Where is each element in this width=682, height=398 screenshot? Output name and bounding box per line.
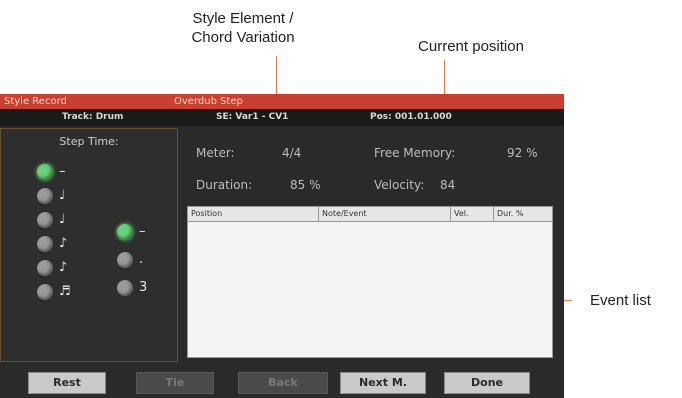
- duration-label: Duration:: [196, 178, 253, 192]
- step-time-panel: Step Time: – ♩ ♩ ♪ ♪ ♬ –. 3: [0, 128, 178, 362]
- note-value-icon: ♬: [59, 284, 71, 299]
- column-duration: Dur. %: [493, 207, 523, 221]
- radio-indicator: [117, 280, 133, 296]
- modifier-icon: 3: [139, 280, 148, 295]
- velocity-value[interactable]: 84: [440, 178, 455, 192]
- velocity-label: Velocity:: [374, 178, 425, 192]
- radio-indicator: [37, 164, 53, 180]
- window-title: Style Record: [4, 96, 67, 107]
- note-value-icon: ♩: [59, 188, 66, 203]
- done-button[interactable]: Done: [444, 372, 530, 394]
- style-record-screen: Style Record Overdub Step Track: Drum SE…: [0, 94, 564, 398]
- step-time-option[interactable]: –: [37, 163, 97, 183]
- callout-style-element-line1: Style Element /: [192, 10, 294, 27]
- step-time-option[interactable]: ♪: [37, 235, 97, 255]
- window-subtitle: Overdub Step: [174, 96, 243, 107]
- radio-indicator: [117, 252, 133, 268]
- style-element-indicator: SE: Var1 - CV1: [216, 112, 289, 122]
- next-measure-button[interactable]: Next M.: [340, 372, 426, 394]
- meter-value: 4/4: [282, 146, 302, 160]
- event-list[interactable]: Position Note/Event Vel. Dur. %: [187, 206, 553, 358]
- back-button[interactable]: Back: [238, 372, 328, 394]
- free-memory-label: Free Memory:: [374, 146, 456, 160]
- callout-style-element: Style Element / Chord Variation: [168, 9, 318, 47]
- column-note-event: Note/Event: [318, 207, 367, 221]
- position-indicator: Pos: 001.01.000: [370, 112, 452, 122]
- callout-current-position: Current position: [418, 38, 524, 55]
- step-modifier-option[interactable]: .: [117, 251, 177, 271]
- duration-value[interactable]: 85 %: [290, 178, 321, 192]
- event-list-header: Position Note/Event Vel. Dur. %: [188, 207, 552, 222]
- info-panel: Meter: 4/4 Free Memory: 92 % Duration: 8…: [182, 134, 564, 196]
- title-bar: Style Record Overdub Step: [0, 94, 564, 109]
- note-value-icon: ♪: [59, 260, 68, 275]
- info-bar: Track: Drum SE: Var1 - CV1 Pos: 001.01.0…: [0, 109, 564, 126]
- rest-button[interactable]: Rest: [28, 372, 106, 394]
- callout-event-list: Event list: [590, 292, 651, 309]
- tie-button[interactable]: Tie: [136, 372, 214, 394]
- track-indicator: Track: Drum: [62, 112, 124, 122]
- radio-indicator: [37, 284, 53, 300]
- button-bar: Rest Tie Back Next M. Done: [0, 366, 564, 398]
- step-time-option[interactable]: ♩: [37, 187, 97, 207]
- callout-style-element-line2: Chord Variation: [191, 29, 295, 46]
- step-modifier-option[interactable]: –: [117, 223, 177, 243]
- radio-indicator: [37, 260, 53, 276]
- radio-indicator: [37, 212, 53, 228]
- radio-indicator: [37, 236, 53, 252]
- modifier-icon: .: [139, 252, 144, 267]
- radio-indicator: [117, 224, 133, 240]
- radio-indicator: [37, 188, 53, 204]
- step-time-option[interactable]: ♪: [37, 259, 97, 279]
- note-value-icon: –: [59, 164, 66, 179]
- column-position: Position: [191, 209, 223, 218]
- step-time-option[interactable]: ♩: [37, 211, 97, 231]
- meter-label: Meter:: [196, 146, 235, 160]
- step-time-title: Step Time:: [59, 135, 119, 148]
- step-time-option[interactable]: ♬: [37, 283, 97, 303]
- note-value-icon: ♪: [59, 236, 68, 251]
- step-modifier-option[interactable]: 3: [117, 279, 177, 299]
- note-value-icon: ♩: [59, 212, 66, 227]
- modifier-icon: –: [139, 224, 146, 239]
- free-memory-value: 92 %: [507, 146, 538, 160]
- column-velocity: Vel.: [450, 207, 469, 221]
